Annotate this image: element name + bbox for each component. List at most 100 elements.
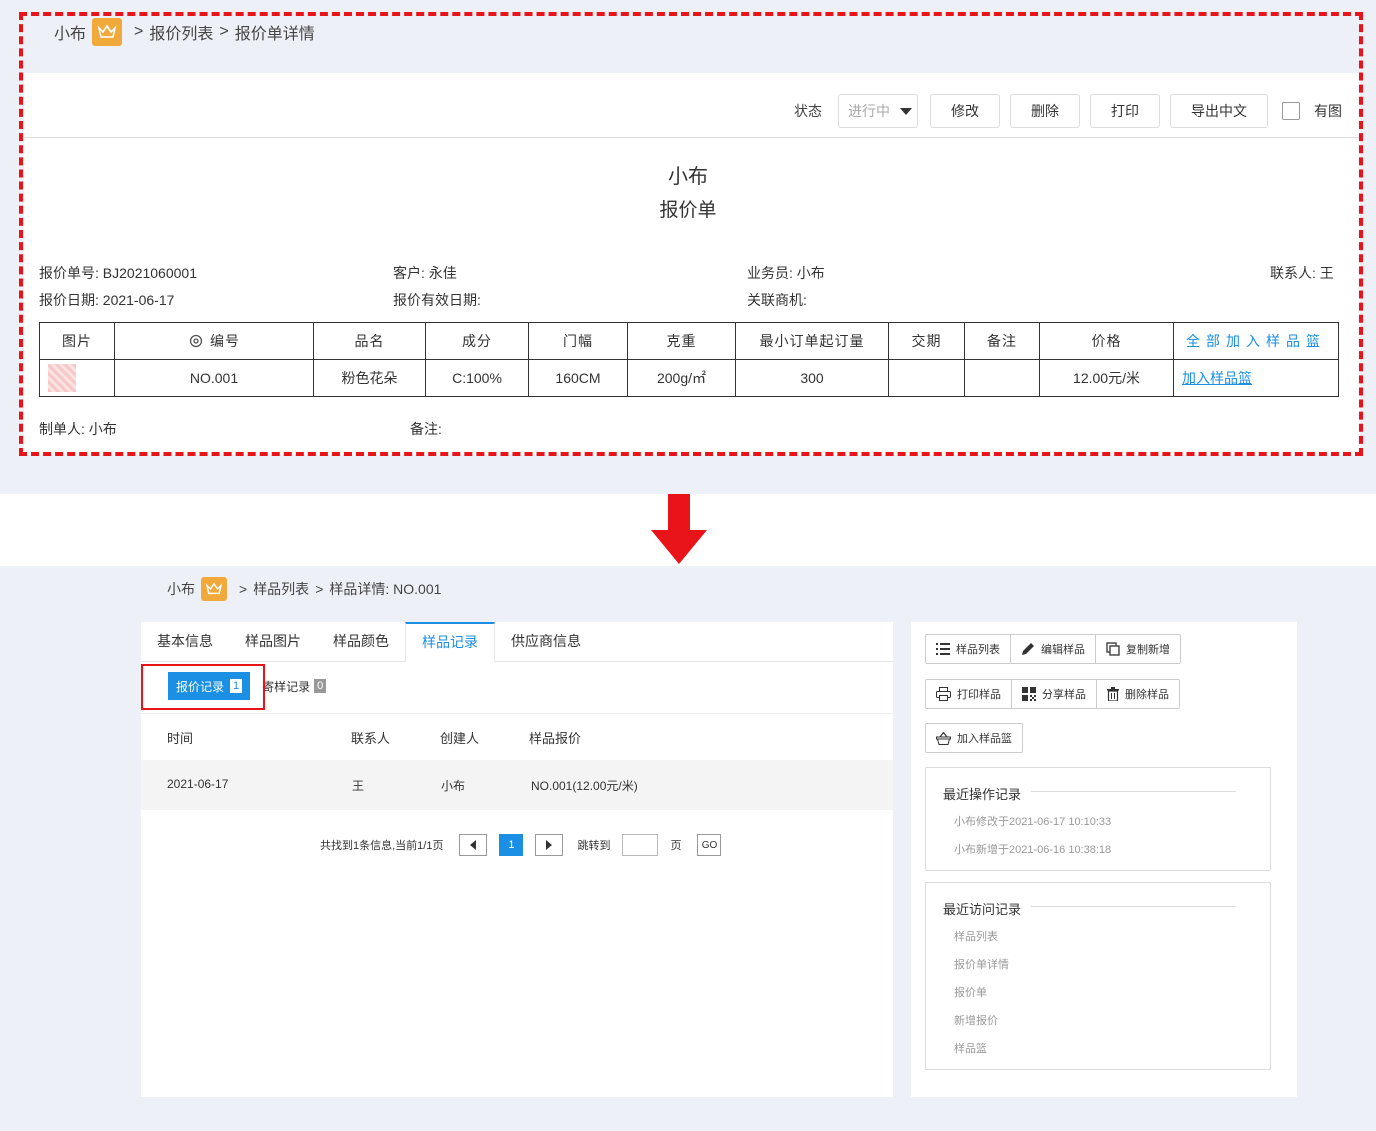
with-image-label: 有图 bbox=[1314, 103, 1342, 119]
footer-remark: 备注: bbox=[410, 421, 442, 437]
printer-icon bbox=[936, 687, 951, 701]
header-composition: 成分 bbox=[425, 322, 529, 360]
with-image-checkbox[interactable] bbox=[1282, 102, 1300, 120]
tab-sample-colors[interactable]: 样品颜色 bbox=[317, 622, 405, 661]
breadcrumb-home[interactable]: 小布 bbox=[167, 579, 195, 599]
table-row: NO.001 粉色花朵 C:100% 160CM 200g/㎡ 300 12.0… bbox=[39, 359, 1339, 397]
page-label: 页 bbox=[670, 840, 682, 852]
recent-operations-title: 最近操作记录 bbox=[943, 784, 1032, 803]
breadcrumb-separator: > bbox=[134, 23, 144, 40]
quote-detail-content bbox=[24, 73, 1360, 455]
edit-sample-button[interactable]: 编辑样品 bbox=[1011, 635, 1096, 663]
copy-new-button[interactable]: 复制新增 bbox=[1096, 635, 1180, 663]
cell-delivery bbox=[888, 359, 965, 397]
add-all-to-basket-link[interactable]: 全部加入样品篮 bbox=[1173, 322, 1339, 360]
valid-date: 报价有效日期: bbox=[393, 292, 481, 308]
sample-list-button[interactable]: 样品列表 bbox=[926, 635, 1011, 663]
sample-thumbnail[interactable] bbox=[39, 359, 115, 397]
record-contact: 王 bbox=[352, 779, 365, 793]
visit-item-quote-detail[interactable]: 报价单详情 bbox=[954, 956, 1009, 972]
table-row bbox=[141, 760, 893, 810]
operation-item: 小布新增于2021-06-16 10:38:18 bbox=[954, 844, 1112, 856]
next-page-button[interactable] bbox=[535, 834, 564, 856]
export-chinese-button[interactable]: 导出中文 bbox=[1170, 94, 1268, 128]
sample-tabs: 基本信息 样品图片 样品颜色 样品记录 供应商信息 bbox=[141, 622, 893, 662]
delete-sample-button[interactable]: 删除样品 bbox=[1097, 680, 1179, 708]
cell-price: 12.00元/米 bbox=[1039, 359, 1174, 397]
record-header-contact: 联系人 bbox=[351, 731, 391, 746]
pencil-icon bbox=[1022, 643, 1034, 655]
visit-item-new-quote[interactable]: 新增报价 bbox=[954, 1012, 998, 1028]
breadcrumb-current: 报价单详情 bbox=[234, 26, 315, 43]
crown-icon bbox=[201, 577, 227, 601]
gear-icon bbox=[189, 334, 203, 348]
jump-page-input[interactable] bbox=[622, 834, 659, 856]
maker: 制单人: 小布 bbox=[39, 421, 117, 437]
edit-button[interactable]: 修改 bbox=[930, 94, 1000, 128]
tab-sample-images[interactable]: 样品图片 bbox=[229, 622, 317, 661]
visit-item-quote[interactable]: 报价单 bbox=[954, 984, 987, 1000]
cell-remark bbox=[964, 359, 1040, 397]
jump-label: 跳转到 bbox=[577, 840, 611, 852]
header-weight: 克重 bbox=[627, 322, 736, 360]
subtab-quote-records[interactable]: 报价记录 1 bbox=[168, 672, 251, 700]
go-button[interactable]: GO bbox=[697, 834, 722, 856]
pagination: 共找到1条信息,当前1/1页 1 跳转到 页 GO bbox=[320, 834, 722, 856]
add-to-basket-link[interactable]: 加入样品篮 bbox=[1173, 359, 1339, 397]
copy-icon bbox=[1106, 642, 1120, 656]
salesperson: 业务员: 小布 bbox=[747, 265, 825, 281]
quote-number: 报价单号: BJ2021060001 bbox=[39, 265, 197, 281]
breadcrumb-quote-list[interactable]: 报价列表 bbox=[149, 20, 213, 44]
divider bbox=[141, 713, 893, 714]
prev-page-button[interactable] bbox=[459, 834, 488, 856]
tab-basic-info[interactable]: 基本信息 bbox=[141, 622, 229, 661]
current-page[interactable]: 1 bbox=[499, 834, 524, 856]
subtab-sample-send-records[interactable]: 寄样记录 0 bbox=[258, 672, 330, 700]
cell-moq: 300 bbox=[735, 359, 889, 397]
breadcrumb-separator: > bbox=[219, 23, 229, 40]
breadcrumb-home[interactable]: 小布 bbox=[54, 20, 86, 44]
triangle-right-icon bbox=[546, 840, 553, 850]
delete-button[interactable]: 删除 bbox=[1010, 94, 1080, 128]
divider bbox=[24, 137, 1360, 138]
share-sample-button[interactable]: 分享样品 bbox=[1012, 680, 1097, 708]
header-delivery: 交期 bbox=[888, 322, 965, 360]
action-row-3: 加入样品篮 bbox=[925, 723, 1023, 753]
add-to-basket-button[interactable]: 加入样品篮 bbox=[926, 724, 1022, 752]
print-button[interactable]: 打印 bbox=[1090, 94, 1160, 128]
quote-date: 报价日期: 2021-06-17 bbox=[39, 292, 175, 308]
tab-sample-records[interactable]: 样品记录 bbox=[405, 622, 495, 662]
cell-number: NO.001 bbox=[114, 359, 314, 397]
recent-operations-box: 最近操作记录 小布修改于2021-06-17 10:10:33 小布新增于202… bbox=[925, 767, 1271, 871]
print-sample-button[interactable]: 打印样品 bbox=[926, 680, 1012, 708]
visit-item-sample-basket[interactable]: 样品篮 bbox=[954, 1040, 987, 1056]
table-header-row: 图片 编号 品名 成分 门幅 克重 最小订单起订量 交期 备注 价格 全部加入样… bbox=[39, 322, 1339, 360]
basket-icon bbox=[936, 731, 951, 745]
visit-item-sample-list[interactable]: 样品列表 bbox=[954, 928, 998, 944]
header-image: 图片 bbox=[39, 322, 115, 360]
tab-supplier-info[interactable]: 供应商信息 bbox=[495, 622, 597, 661]
triangle-left-icon bbox=[470, 840, 477, 850]
breadcrumb-current: 样品详情: NO.001 bbox=[329, 581, 442, 597]
status-select[interactable]: 进行中 bbox=[838, 94, 918, 128]
caret-down-icon bbox=[900, 107, 912, 115]
recent-visits-box: 最近访问记录 样品列表 报价单详情 报价单 新增报价 样品篮 bbox=[925, 882, 1271, 1070]
record-header-time: 时间 bbox=[167, 731, 194, 746]
status-select-value: 进行中 bbox=[848, 103, 890, 119]
status-label: 状态 bbox=[794, 103, 822, 119]
pager-summary: 共找到1条信息,当前1/1页 bbox=[320, 840, 444, 852]
header-price: 价格 bbox=[1039, 322, 1174, 360]
breadcrumb-separator: > bbox=[315, 581, 324, 597]
record-creator: 小布 bbox=[441, 779, 466, 793]
cell-width: 160CM bbox=[528, 359, 628, 397]
breadcrumb-sample-list[interactable]: 样品列表 bbox=[253, 579, 309, 599]
trash-icon bbox=[1107, 687, 1119, 701]
customer: 客户: 永佳 bbox=[393, 265, 457, 281]
list-icon bbox=[936, 643, 950, 655]
send-count-badge: 0 bbox=[314, 679, 327, 693]
cell-composition: C:100% bbox=[425, 359, 529, 397]
arrow-down-icon bbox=[651, 494, 707, 564]
contact: 联系人: 王 bbox=[1270, 265, 1334, 281]
record-header-creator: 创建人 bbox=[440, 731, 480, 746]
header-moq: 最小订单起订量 bbox=[735, 322, 889, 360]
